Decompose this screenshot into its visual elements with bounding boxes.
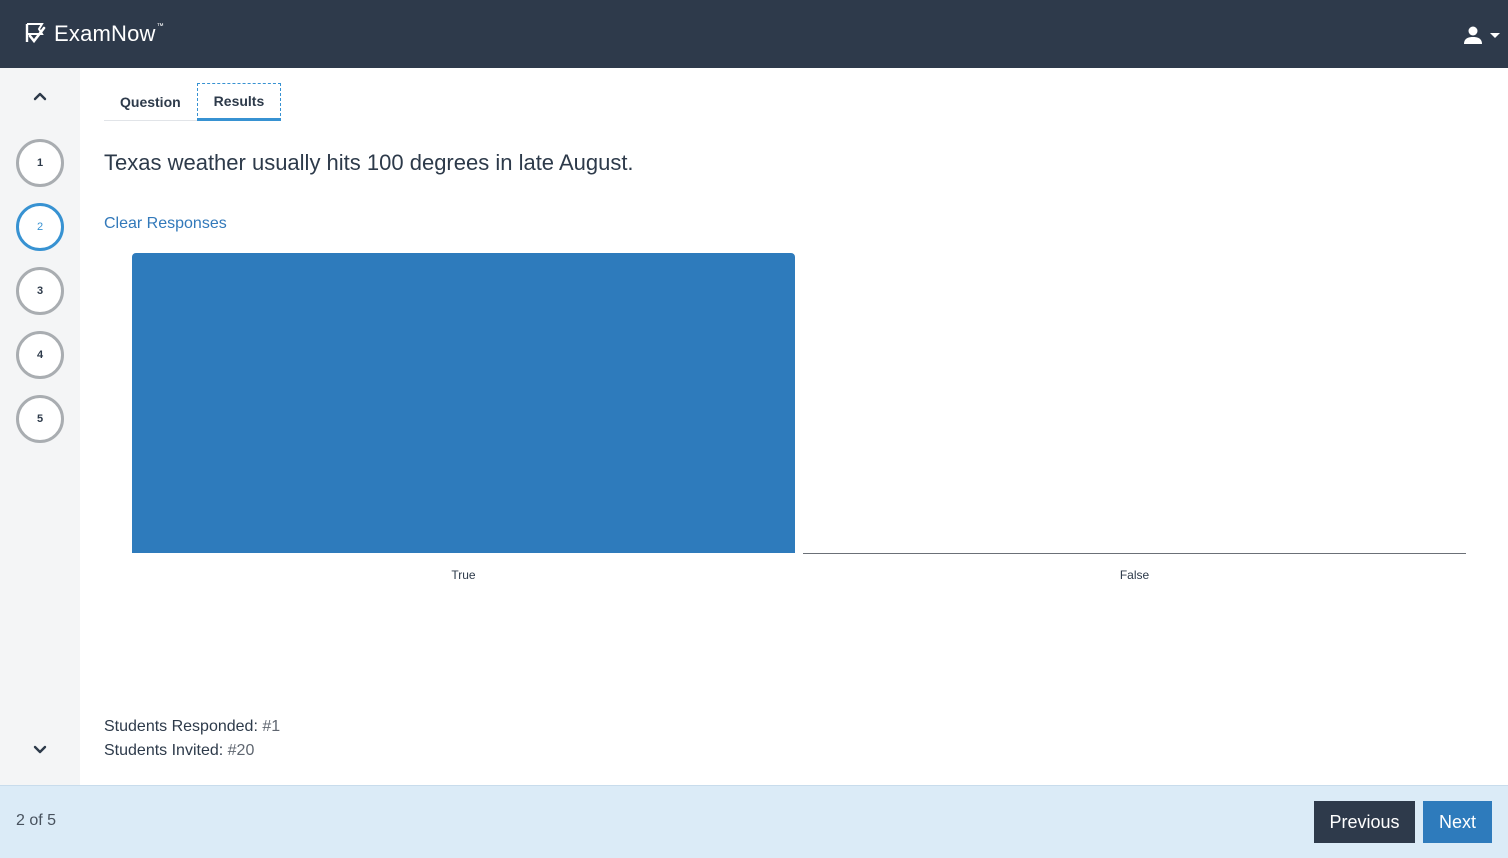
page-count: 2 of 5: [16, 812, 57, 829]
app-name: ExamNow: [54, 21, 156, 46]
response-stats: Students Responded: #1 Students Invited:…: [104, 715, 280, 763]
question-text: Texas weather usually hits 100 degrees i…: [104, 150, 634, 175]
tab-bar: Question Results: [104, 83, 282, 121]
tab-results[interactable]: Results: [196, 83, 282, 121]
clear-responses-link[interactable]: Clear Responses: [104, 215, 227, 233]
question-nav-3[interactable]: 3: [16, 267, 64, 315]
students-responded: Students Responded: #1: [104, 715, 280, 739]
results-bar-chart: True False: [132, 253, 1466, 588]
user-icon: [1464, 26, 1482, 44]
chevron-down-icon[interactable]: [28, 738, 52, 762]
students-invited-value: #20: [227, 742, 255, 759]
bar-false: [803, 553, 1466, 554]
question-nav-4[interactable]: 4: [16, 331, 64, 379]
students-invited: Students Invited: #20: [104, 739, 280, 763]
students-invited-label: Students Invited:: [104, 742, 224, 759]
category-label-true: True: [451, 568, 476, 582]
previous-button[interactable]: Previous: [1314, 801, 1415, 843]
user-menu[interactable]: [1462, 24, 1500, 46]
category-label-false: False: [1119, 568, 1150, 582]
footer-bar: 2 of 5 Previous Next: [0, 785, 1508, 858]
top-bar: ExamNow ™: [0, 0, 1508, 68]
question-nav-1[interactable]: 1: [16, 139, 64, 187]
tab-question[interactable]: Question: [104, 83, 197, 121]
bar-true: [132, 253, 795, 553]
students-responded-label: Students Responded:: [104, 718, 258, 735]
trademark: ™: [156, 22, 164, 30]
main-content: Question Results Texas weather usually h…: [80, 68, 1508, 785]
check-flag-icon: [25, 23, 46, 44]
next-button[interactable]: Next: [1423, 801, 1492, 843]
question-nav-5[interactable]: 5: [16, 395, 64, 443]
question-nav-2[interactable]: 2: [16, 203, 64, 251]
app-logo[interactable]: ExamNow ™: [24, 21, 164, 47]
chevron-up-icon[interactable]: [28, 84, 52, 108]
question-sidebar: 1 2 3 4 5: [0, 68, 80, 785]
caret-down-icon: [1490, 32, 1500, 38]
students-responded-value: #1: [262, 718, 281, 735]
